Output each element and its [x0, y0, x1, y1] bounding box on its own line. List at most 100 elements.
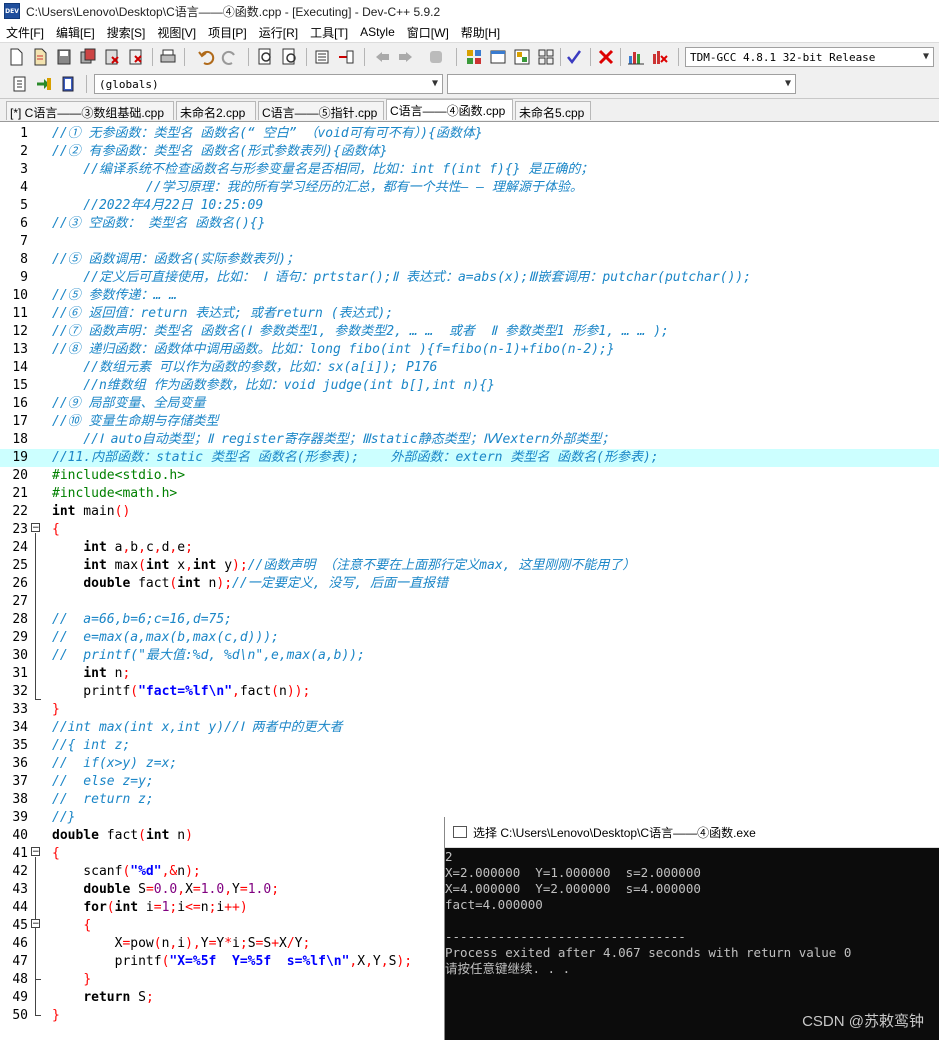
- code-line[interactable]: 37 // else z=y;: [0, 773, 939, 791]
- code-line[interactable]: 23 {: [0, 521, 939, 539]
- code-line[interactable]: 21 #include<math.h>: [0, 485, 939, 503]
- run-icon[interactable]: [488, 47, 508, 67]
- code-line[interactable]: 29 // e=max(a,max(b,max(c,d)));: [0, 629, 939, 647]
- tab-array-basics[interactable]: [*] C语言——③数组基础.cpp: [6, 101, 174, 120]
- code-line[interactable]: 33}: [0, 701, 939, 719]
- find-icon[interactable]: [256, 47, 276, 67]
- menu-item[interactable]: 视图[V]: [151, 24, 202, 41]
- code-line[interactable]: 3 //编译系统不检查函数名与形参变量名是否相同，比如：int f(int f)…: [0, 161, 939, 179]
- rebuild-icon[interactable]: [536, 47, 556, 67]
- code-line[interactable]: 28 // a=66,b=6;c=16,d=75;: [0, 611, 939, 629]
- code-text: #include<math.h>: [52, 485, 177, 503]
- back-icon[interactable]: [372, 47, 392, 67]
- tab-untitled2[interactable]: 未命名2.cpp: [176, 101, 256, 120]
- unindent-icon[interactable]: [336, 47, 356, 67]
- compile-icon[interactable]: [464, 47, 484, 67]
- code-line[interactable]: 31 int n;: [0, 665, 939, 683]
- code-line[interactable]: 5 //2022年4月22日 10:25:09: [0, 197, 939, 215]
- menu-item[interactable]: 搜索[S]: [101, 24, 152, 41]
- code-line[interactable]: 17 //⑩ 变量生命期与存储类型: [0, 413, 939, 431]
- insert-code-icon[interactable]: [10, 74, 30, 94]
- replace-icon[interactable]: [280, 47, 300, 67]
- code-line[interactable]: 22 int main(): [0, 503, 939, 521]
- redo-icon[interactable]: [220, 47, 240, 67]
- code-line[interactable]: 12 //⑦ 函数声明：类型名 函数名(Ⅰ 参数类型1, 参数类型2, … … 或…: [0, 323, 939, 341]
- code-line[interactable]: 11 //⑥ 返回值：return 表达式; 或者return (表达式);: [0, 305, 939, 323]
- tab-untitled5[interactable]: 未命名5.cpp: [515, 101, 591, 120]
- code-line[interactable]: 36 // if(x>y) z=x;: [0, 755, 939, 773]
- code-token: max: [106, 558, 139, 573]
- syntax-check-icon[interactable]: [564, 47, 584, 67]
- code-token: 1.0: [200, 882, 225, 897]
- code-text: double fact(int n);//一定要定义, 没写, 后面一直报错: [52, 575, 448, 593]
- code-line[interactable]: 4 //学习原理：我的所有学习经历的汇总，都有一个共性— — 理解源于体验。: [0, 179, 939, 197]
- scope-select-value: (globals): [99, 77, 159, 91]
- line-number: 44: [12, 900, 28, 915]
- save-icon[interactable]: [54, 47, 74, 67]
- save-all-icon[interactable]: [78, 47, 98, 67]
- code-line[interactable]: 30 // printf("最大值:%d, %d\n",e,max(a,b));: [0, 647, 939, 665]
- close-file-icon[interactable]: [102, 47, 122, 67]
- code-line[interactable]: 15 //n维数组 作为函数参数，比如：void judge(int b[],i…: [0, 377, 939, 395]
- menu-item[interactable]: 窗口[W]: [401, 24, 455, 41]
- code-line[interactable]: 8 //⑤ 函数调用：函数名(实际参数表列)；: [0, 251, 939, 269]
- menu-item[interactable]: 帮助[H]: [455, 24, 506, 41]
- code-line[interactable]: 27: [0, 593, 939, 611]
- menu-item[interactable]: 编辑[E]: [50, 24, 101, 41]
- menu-item[interactable]: 工具[T]: [304, 24, 354, 41]
- code-line[interactable]: 25 int max(int x,int y);//函数声明 （注意不要在上面那…: [0, 557, 939, 575]
- code-line[interactable]: 19 //11.内部函数：static 类型名 函数名(形参表); 外部函数：ex…: [0, 449, 939, 467]
- line-number: 8: [20, 252, 28, 267]
- menu-item[interactable]: 文件[F]: [0, 24, 50, 41]
- compiler-select[interactable]: TDM-GCC 4.8.1 32-bit Release ▼: [685, 47, 934, 67]
- code-token: // if(x>y) z=x;: [52, 756, 178, 771]
- code-line[interactable]: 26 double fact(int n);//一定要定义, 没写, 后面一直报…: [0, 575, 939, 593]
- code-line[interactable]: 1 //① 无参函数：类型名 函数名(“ 空白” （void可有可不有）){函数体…: [0, 125, 939, 143]
- code-line[interactable]: 18 //Ⅰ auto自动类型；Ⅱ register寄存器类型；Ⅲstatic静…: [0, 431, 939, 449]
- indent-icon[interactable]: [312, 47, 332, 67]
- scope-select[interactable]: (globals) ▼: [94, 74, 443, 94]
- close-all-icon[interactable]: [126, 47, 146, 67]
- fold-toggle-icon[interactable]: −: [31, 919, 40, 929]
- code-line[interactable]: 6 //③ 空函数： 类型名 函数名(){}: [0, 215, 939, 233]
- undo-icon[interactable]: [196, 47, 216, 67]
- menu-item[interactable]: 运行[R]: [253, 24, 304, 41]
- stop-execution-icon[interactable]: [596, 47, 616, 67]
- line-number: 2: [20, 144, 28, 159]
- profile-icon[interactable]: [626, 47, 646, 67]
- code-line[interactable]: 2 //② 有参函数：类型名 函数名(形式参数表列){函数体}: [0, 143, 939, 161]
- forward-icon[interactable]: [396, 47, 416, 67]
- print-icon[interactable]: [158, 47, 178, 67]
- console-window[interactable]: 选择 C:\Users\Lenovo\Desktop\C语言——④函数.exe …: [444, 817, 939, 1040]
- code-line[interactable]: 35 //{ int z;: [0, 737, 939, 755]
- fold-toggle-icon[interactable]: −: [31, 847, 40, 857]
- code-token: =: [192, 882, 201, 897]
- fold-toggle-icon[interactable]: −: [31, 523, 40, 533]
- code-line[interactable]: 20 #include<stdio.h>: [0, 467, 939, 485]
- breakpoint-icon[interactable]: [426, 47, 446, 67]
- tab-pointers[interactable]: C语言——⑤指针.cpp: [258, 101, 384, 120]
- menu-item[interactable]: 项目[P]: [202, 24, 253, 41]
- compile-run-icon[interactable]: [512, 47, 532, 67]
- code-text: }: [52, 701, 60, 719]
- code-line[interactable]: 7: [0, 233, 939, 251]
- delete-profile-icon[interactable]: [650, 47, 670, 67]
- code-line[interactable]: 16 //⑨ 局部变量、全局变量: [0, 395, 939, 413]
- tab-functions[interactable]: C语言——④函数.cpp: [386, 99, 513, 120]
- code-token: i: [138, 900, 154, 915]
- new-file-icon[interactable]: [6, 47, 26, 67]
- member-select[interactable]: ▼: [447, 74, 796, 94]
- code-line[interactable]: 38 // return z;: [0, 791, 939, 809]
- code-line[interactable]: 34 //int max(int x,int y)//Ⅰ 两者中的更大者: [0, 719, 939, 737]
- code-line[interactable]: 32 printf("fact=%lf\n",fact(n));: [0, 683, 939, 701]
- bookmark-icon[interactable]: [58, 74, 78, 94]
- code-line[interactable]: 24 int a,b,c,d,e;: [0, 539, 939, 557]
- goto-icon[interactable]: [34, 74, 54, 94]
- code-line[interactable]: 9 //定义后可直接使用，比如： Ⅰ 语句：prtstar();Ⅱ 表达式：a=…: [0, 269, 939, 287]
- code-line[interactable]: 10 //⑤ 参数传递：… …: [0, 287, 939, 305]
- menu-item[interactable]: AStyle: [354, 25, 401, 39]
- code-line[interactable]: 14 //数组元素 可以作为函数的参数，比如：sx(a[i]); P176: [0, 359, 939, 377]
- code-line[interactable]: 13 //⑧ 递归函数：函数体中调用函数。比如：long fibo(int ){f…: [0, 341, 939, 359]
- open-file-icon[interactable]: [30, 47, 50, 67]
